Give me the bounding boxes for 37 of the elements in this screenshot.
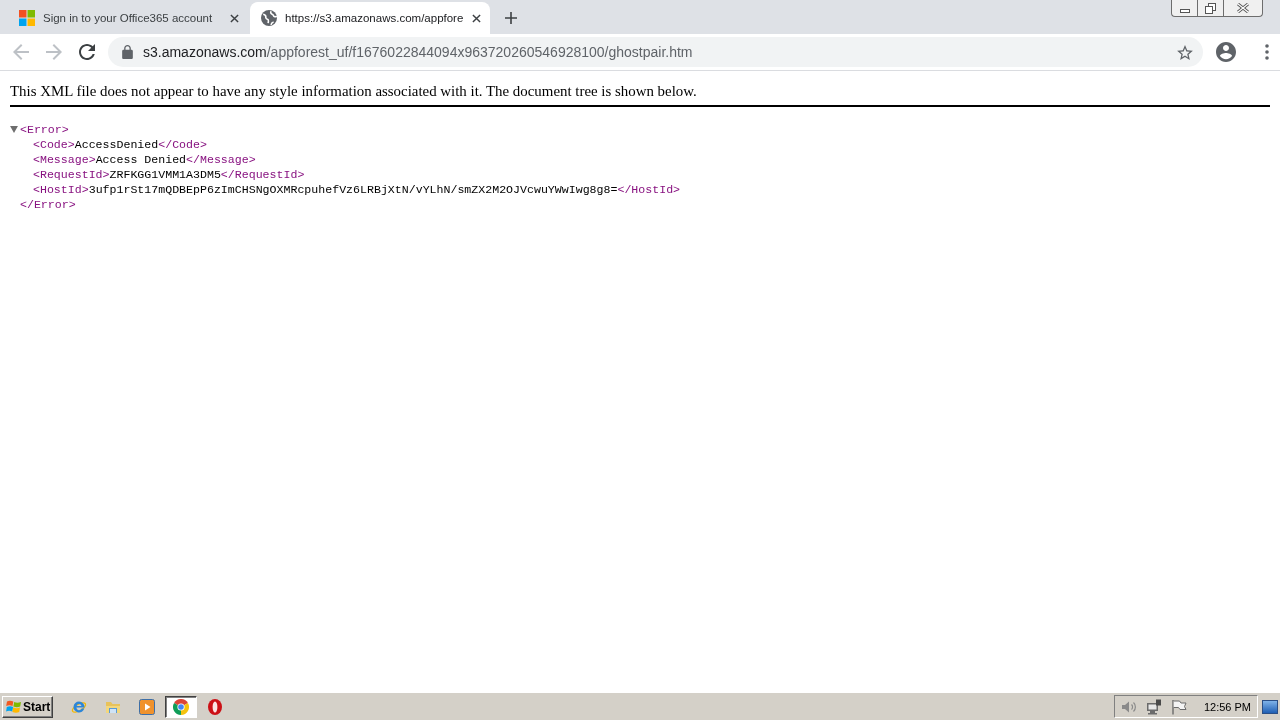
plus-icon[interactable] (505, 12, 517, 24)
browser-tab[interactable]: Sign in to your Office365 account (8, 2, 248, 34)
close-icon[interactable] (472, 13, 481, 23)
xml-tag: <Error> (20, 122, 69, 137)
xml-line: <Message>Access Denied</Message> (33, 152, 256, 167)
flag-icon[interactable] (1170, 698, 1187, 715)
xml-tag: </Error> (20, 197, 76, 212)
minimize-icon (1179, 8, 1190, 13)
desktop-screen-icon[interactable] (1262, 699, 1278, 714)
xml-line: <Code>AccessDenied</Code> (33, 137, 207, 152)
browser-tab[interactable]: https://s3.amazonaws.com/appfore (250, 2, 490, 34)
reload-icon[interactable] (79, 44, 95, 60)
url-text: s3.amazonaws.com/appforest_uf/f1676022844094x963720260546928100/ghostpair.htm (143, 44, 694, 60)
clock-text: 12:56 PM (1203, 700, 1251, 713)
close-icon[interactable] (230, 13, 239, 23)
flag-logo-icon (6, 699, 22, 714)
close-icon (1237, 3, 1249, 13)
player-icon (139, 698, 155, 715)
star-icon[interactable] (1177, 44, 1193, 60)
globe-icon (261, 10, 277, 26)
close-button[interactable] (1223, 0, 1263, 17)
restore-icon (1205, 2, 1216, 14)
lock-icon (122, 45, 133, 59)
collapse-triangle-icon[interactable] (10, 126, 18, 133)
start-button[interactable]: Start (2, 695, 53, 718)
xml-line: <RequestId>ZRFKGG1VMM1A3DM5</RequestId> (33, 167, 305, 182)
minimize-button[interactable] (1171, 0, 1197, 17)
round-logo-icon (173, 698, 189, 715)
four-squares-icon (19, 10, 35, 26)
taskbar-app-button[interactable] (165, 695, 197, 718)
notice-text: This XML file does not appear to have any style information associated with it. The document tree is shown below. (10, 83, 698, 100)
o-logo-icon (208, 698, 222, 715)
menu-dots-icon[interactable] (1265, 44, 1269, 60)
address-bar[interactable]: s3.amazonaws.com/appforest_uf/f1676022844094x963720260546928100/ghostpair.htm (108, 37, 1203, 67)
restore-button[interactable] (1197, 0, 1223, 17)
computer-monitor-icon[interactable] (1145, 698, 1162, 715)
xml-line: <HostId>3ufp1rSt17mQDBEpP6zImCHSNgOXMRcpuhefVz6LRBjXtN/vYLhN/smZX2M2OJVcwuYWwIwg8g8=</HostId> (33, 182, 681, 197)
